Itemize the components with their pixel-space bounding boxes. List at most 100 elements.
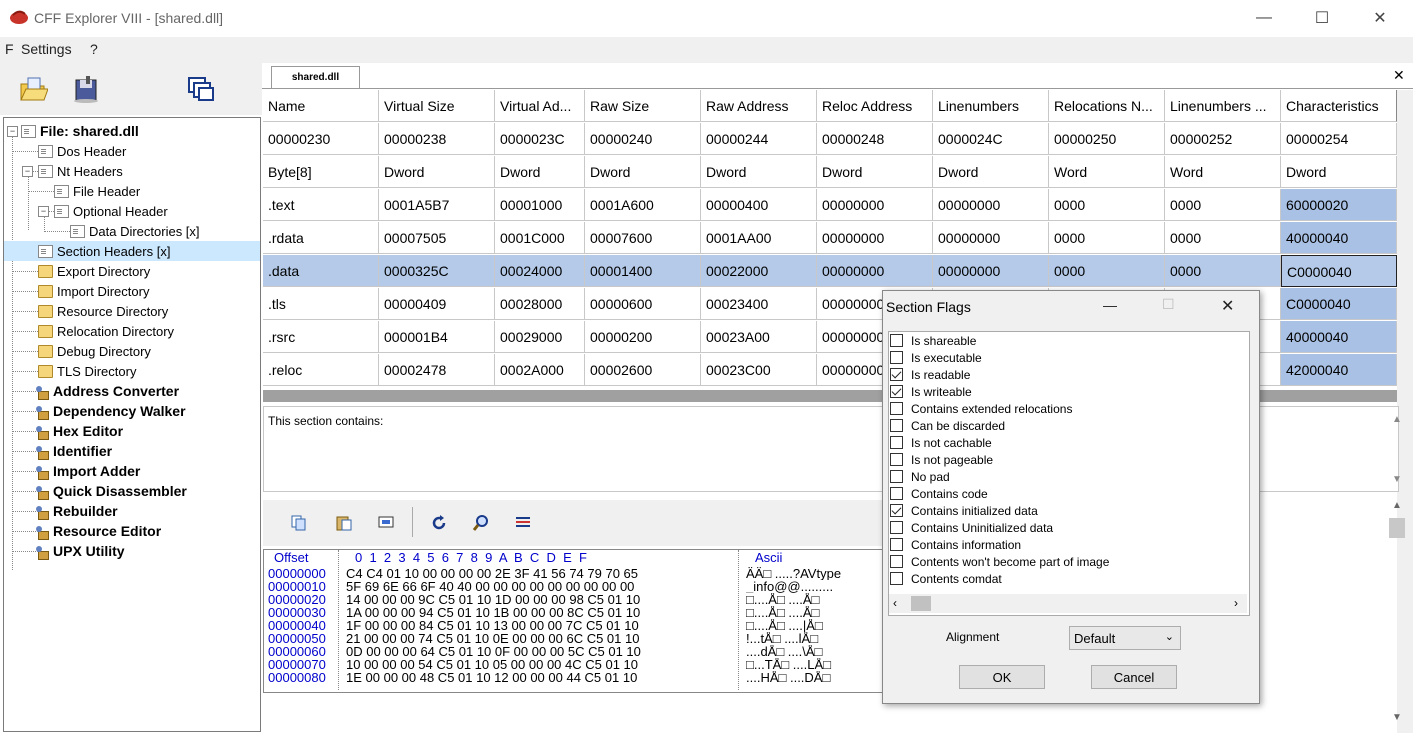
column-header[interactable]: Reloc Address: [817, 90, 933, 122]
hex-ascii[interactable]: ÄÄ□ .....?AVtype: [746, 567, 880, 580]
table-cell[interactable]: 00002600: [585, 354, 701, 386]
menu-file[interactable]: F: [5, 41, 14, 57]
table-cell[interactable]: C0000040: [1281, 255, 1397, 287]
table-cell[interactable]: 00007600: [585, 222, 701, 254]
flag-checkbox-row[interactable]: Is not pageable: [890, 451, 993, 468]
refresh-icon[interactable]: [430, 514, 448, 532]
tree-item-file[interactable]: File: shared.dll: [21, 121, 139, 141]
column-header[interactable]: Raw Size: [585, 90, 701, 122]
column-header[interactable]: Linenumbers ...: [1165, 90, 1281, 122]
tree-item-import-directory[interactable]: Import Directory: [38, 281, 149, 301]
table-cell[interactable]: 00000200: [585, 321, 701, 353]
collapse-file-expander[interactable]: −: [7, 126, 18, 137]
hex-bytes[interactable]: 1E 00 00 00 48 C5 01 10 12 00 00 00 44 C…: [346, 671, 637, 684]
tree-item-import-adder[interactable]: Import Adder: [36, 461, 140, 481]
table-cell[interactable]: 00001000: [495, 189, 585, 221]
flag-checkbox[interactable]: [890, 351, 903, 364]
table-cell[interactable]: 00028000: [495, 288, 585, 320]
offset-cell[interactable]: 00000250: [1049, 123, 1165, 155]
flag-checkbox-row[interactable]: Contains extended relocations: [890, 400, 1072, 417]
tree-item-tls-directory[interactable]: TLS Directory: [38, 361, 136, 381]
tree-item-dependency-walker[interactable]: Dependency Walker: [36, 401, 186, 421]
column-header[interactable]: Virtual Ad...: [495, 90, 585, 122]
menu-help[interactable]: ?: [90, 41, 98, 57]
table-cell[interactable]: 0000: [1165, 255, 1281, 287]
table-cell[interactable]: 0001C000: [495, 222, 585, 254]
hex-ascii[interactable]: □....Å□ ....Å□: [746, 593, 880, 606]
table-cell[interactable]: C0000040: [1281, 288, 1397, 320]
type-cell[interactable]: Byte[8]: [263, 156, 379, 188]
collapse-optional-header-expander[interactable]: −: [38, 206, 49, 217]
tree-item-section-headers[interactable]: Section Headers [x]: [4, 241, 260, 261]
flag-checkbox[interactable]: [890, 368, 903, 381]
alignment-select[interactable]: Default ⌄: [1069, 626, 1181, 650]
flag-checkbox[interactable]: [890, 334, 903, 347]
table-cell[interactable]: 42000040: [1281, 354, 1397, 386]
hex-ascii[interactable]: !...tÅ□ ....lÅ□: [746, 632, 880, 645]
paste-icon[interactable]: [335, 514, 353, 532]
type-cell[interactable]: Dword: [585, 156, 701, 188]
hex-ascii[interactable]: ....HÅ□ ....DÅ□: [746, 671, 880, 684]
type-cell[interactable]: Dword: [933, 156, 1049, 188]
table-cell[interactable]: 60000020: [1281, 189, 1397, 221]
table-cell[interactable]: 0001AA00: [701, 222, 817, 254]
flag-checkbox[interactable]: [890, 521, 903, 534]
offset-cell[interactable]: 00000238: [379, 123, 495, 155]
flag-checkbox[interactable]: [890, 504, 903, 517]
column-header[interactable]: Relocations N...: [1049, 90, 1165, 122]
cancel-button[interactable]: Cancel: [1091, 665, 1177, 689]
tree-item-quick-disassembler[interactable]: Quick Disassembler: [36, 481, 187, 501]
table-cell[interactable]: 40000040: [1281, 321, 1397, 353]
dialog-minimize-button[interactable]: —: [1103, 297, 1117, 313]
ok-button[interactable]: OK: [959, 665, 1045, 689]
tree-item-rebuilder[interactable]: Rebuilder: [36, 501, 118, 521]
flag-checkbox[interactable]: [890, 572, 903, 585]
tree-item-upx-utility[interactable]: UPX Utility: [36, 541, 125, 561]
tree-item-resource-directory[interactable]: Resource Directory: [38, 301, 168, 321]
scroll-left-icon[interactable]: ‹: [893, 596, 897, 610]
table-cell[interactable]: 00000000: [933, 222, 1049, 254]
flag-checkbox-row[interactable]: Is shareable: [890, 332, 976, 349]
tree-item-relocation-directory[interactable]: Relocation Directory: [38, 321, 174, 341]
column-header[interactable]: Virtual Size: [379, 90, 495, 122]
table-cell[interactable]: 00023A00: [701, 321, 817, 353]
type-cell[interactable]: Word: [1165, 156, 1281, 188]
flag-checkbox-row[interactable]: Contents won't become part of image: [890, 553, 1109, 570]
flags-horizontal-scrollbar[interactable]: ‹ ›: [889, 594, 1247, 613]
flag-checkbox-row[interactable]: Is executable: [890, 349, 982, 366]
table-cell[interactable]: 000001B4: [379, 321, 495, 353]
table-cell[interactable]: 00000000: [933, 189, 1049, 221]
flag-checkbox-row[interactable]: Contains Uninitialized data: [890, 519, 1053, 536]
type-cell[interactable]: Dword: [379, 156, 495, 188]
flag-checkbox[interactable]: [890, 538, 903, 551]
flag-checkbox-row[interactable]: Can be discarded: [890, 417, 1005, 434]
tree-item-optional-header[interactable]: Optional Header: [54, 201, 168, 221]
copy-icon[interactable]: [290, 514, 308, 532]
list-icon[interactable]: [514, 514, 532, 532]
scroll-thumb[interactable]: [911, 596, 931, 611]
table-cell[interactable]: .tls: [263, 288, 379, 320]
offset-cell[interactable]: 00000248: [817, 123, 933, 155]
collapse-nt-headers-expander[interactable]: −: [22, 166, 33, 177]
flag-checkbox-row[interactable]: Is not cachable: [890, 434, 992, 451]
tree-item-address-converter[interactable]: Address Converter: [36, 381, 179, 401]
offset-cell[interactable]: 00000240: [585, 123, 701, 155]
select-block-icon[interactable]: [377, 514, 395, 532]
flag-checkbox[interactable]: [890, 470, 903, 483]
windows-icon[interactable]: [186, 74, 216, 104]
table-cell[interactable]: 00002478: [379, 354, 495, 386]
table-cell[interactable]: 0000325C: [379, 255, 495, 287]
tree-item-export-directory[interactable]: Export Directory: [38, 261, 150, 281]
table-cell[interactable]: 00000000: [933, 255, 1049, 287]
scroll-right-icon[interactable]: ›: [1234, 596, 1238, 610]
flag-checkbox-row[interactable]: Contains information: [890, 536, 1021, 553]
flag-checkbox[interactable]: [890, 555, 903, 568]
hex-ascii[interactable]: □....Å□ ....Å□: [746, 606, 880, 619]
offset-cell[interactable]: 00000244: [701, 123, 817, 155]
flag-checkbox[interactable]: [890, 487, 903, 500]
table-cell[interactable]: 00000600: [585, 288, 701, 320]
offset-cell[interactable]: 0000023C: [495, 123, 585, 155]
scroll-thumb[interactable]: [1389, 518, 1405, 538]
table-cell[interactable]: 00000000: [817, 222, 933, 254]
table-cell[interactable]: .data: [263, 255, 379, 287]
